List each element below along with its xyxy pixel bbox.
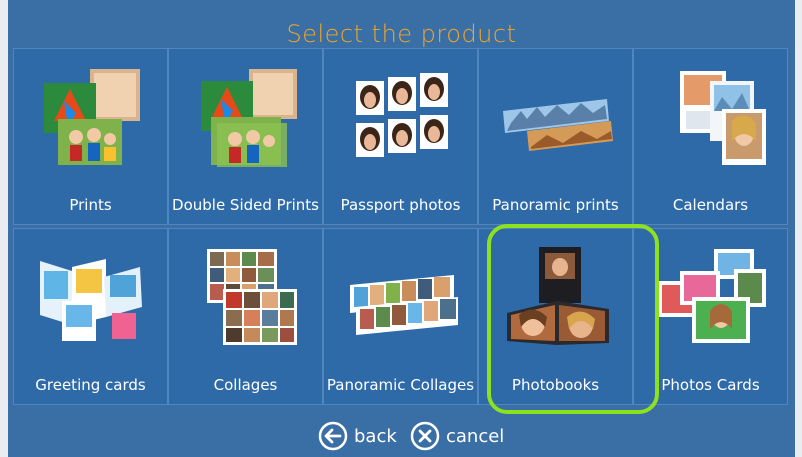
tile-label: Panoramic Collages	[326, 376, 475, 394]
tile-label: Photobooks	[511, 376, 600, 394]
photos-cards-icon	[658, 249, 766, 343]
calendars-icon	[680, 71, 766, 165]
photobooks-icon	[507, 247, 609, 345]
product-tile-greeting-cards[interactable]: Greeting cards	[13, 228, 168, 405]
product-tile-collages[interactable]: Collages	[168, 228, 323, 405]
tile-label: Double Sided Prints	[172, 196, 319, 214]
back-button[interactable]: back	[318, 421, 397, 451]
tile-label: Prints	[69, 196, 112, 214]
cancel-label: cancel	[446, 425, 505, 447]
tile-label: Greeting cards	[35, 376, 146, 394]
product-tile-passport-photos[interactable]: Passport photos	[323, 48, 478, 225]
product-tile-photos-cards[interactable]: Photos Cards	[633, 228, 788, 405]
product-tile-double-sided-prints[interactable]: Double Sided Prints	[168, 48, 323, 225]
product-tile-panoramic-prints[interactable]: Panoramic prints	[478, 48, 633, 225]
tile-label: Photos Cards	[661, 376, 760, 394]
arrow-left-circle-icon	[318, 421, 348, 451]
x-circle-icon	[410, 421, 440, 451]
product-grid: Prints Double Sided Prints Passport phot…	[13, 48, 788, 408]
tile-label: Collages	[213, 376, 278, 394]
back-label: back	[354, 425, 397, 447]
cancel-button[interactable]: cancel	[410, 421, 504, 451]
tile-label: Calendars	[672, 196, 749, 214]
product-selection-screen: Select the product Prints Double Sided P…	[8, 0, 795, 457]
product-tile-prints[interactable]: Prints	[13, 48, 168, 225]
product-tile-panoramic-collages[interactable]: Panoramic Collages	[323, 228, 478, 405]
panoramic-prints-icon	[503, 99, 613, 151]
product-tile-calendars[interactable]: Calendars	[633, 48, 788, 225]
double-sided-prints-icon	[201, 69, 297, 167]
page-title: Select the product	[286, 20, 517, 48]
tile-label: Panoramic prints	[492, 196, 619, 214]
prints-icon	[44, 69, 140, 165]
tile-label: Passport photos	[340, 196, 461, 214]
collages-icon	[207, 249, 297, 345]
greeting-cards-icon	[40, 259, 142, 341]
passport-photos-icon	[356, 73, 448, 157]
product-tile-photobooks[interactable]: Photobooks	[478, 228, 633, 405]
panoramic-collages-icon	[350, 275, 458, 335]
footer-nav: back cancel	[8, 419, 795, 457]
